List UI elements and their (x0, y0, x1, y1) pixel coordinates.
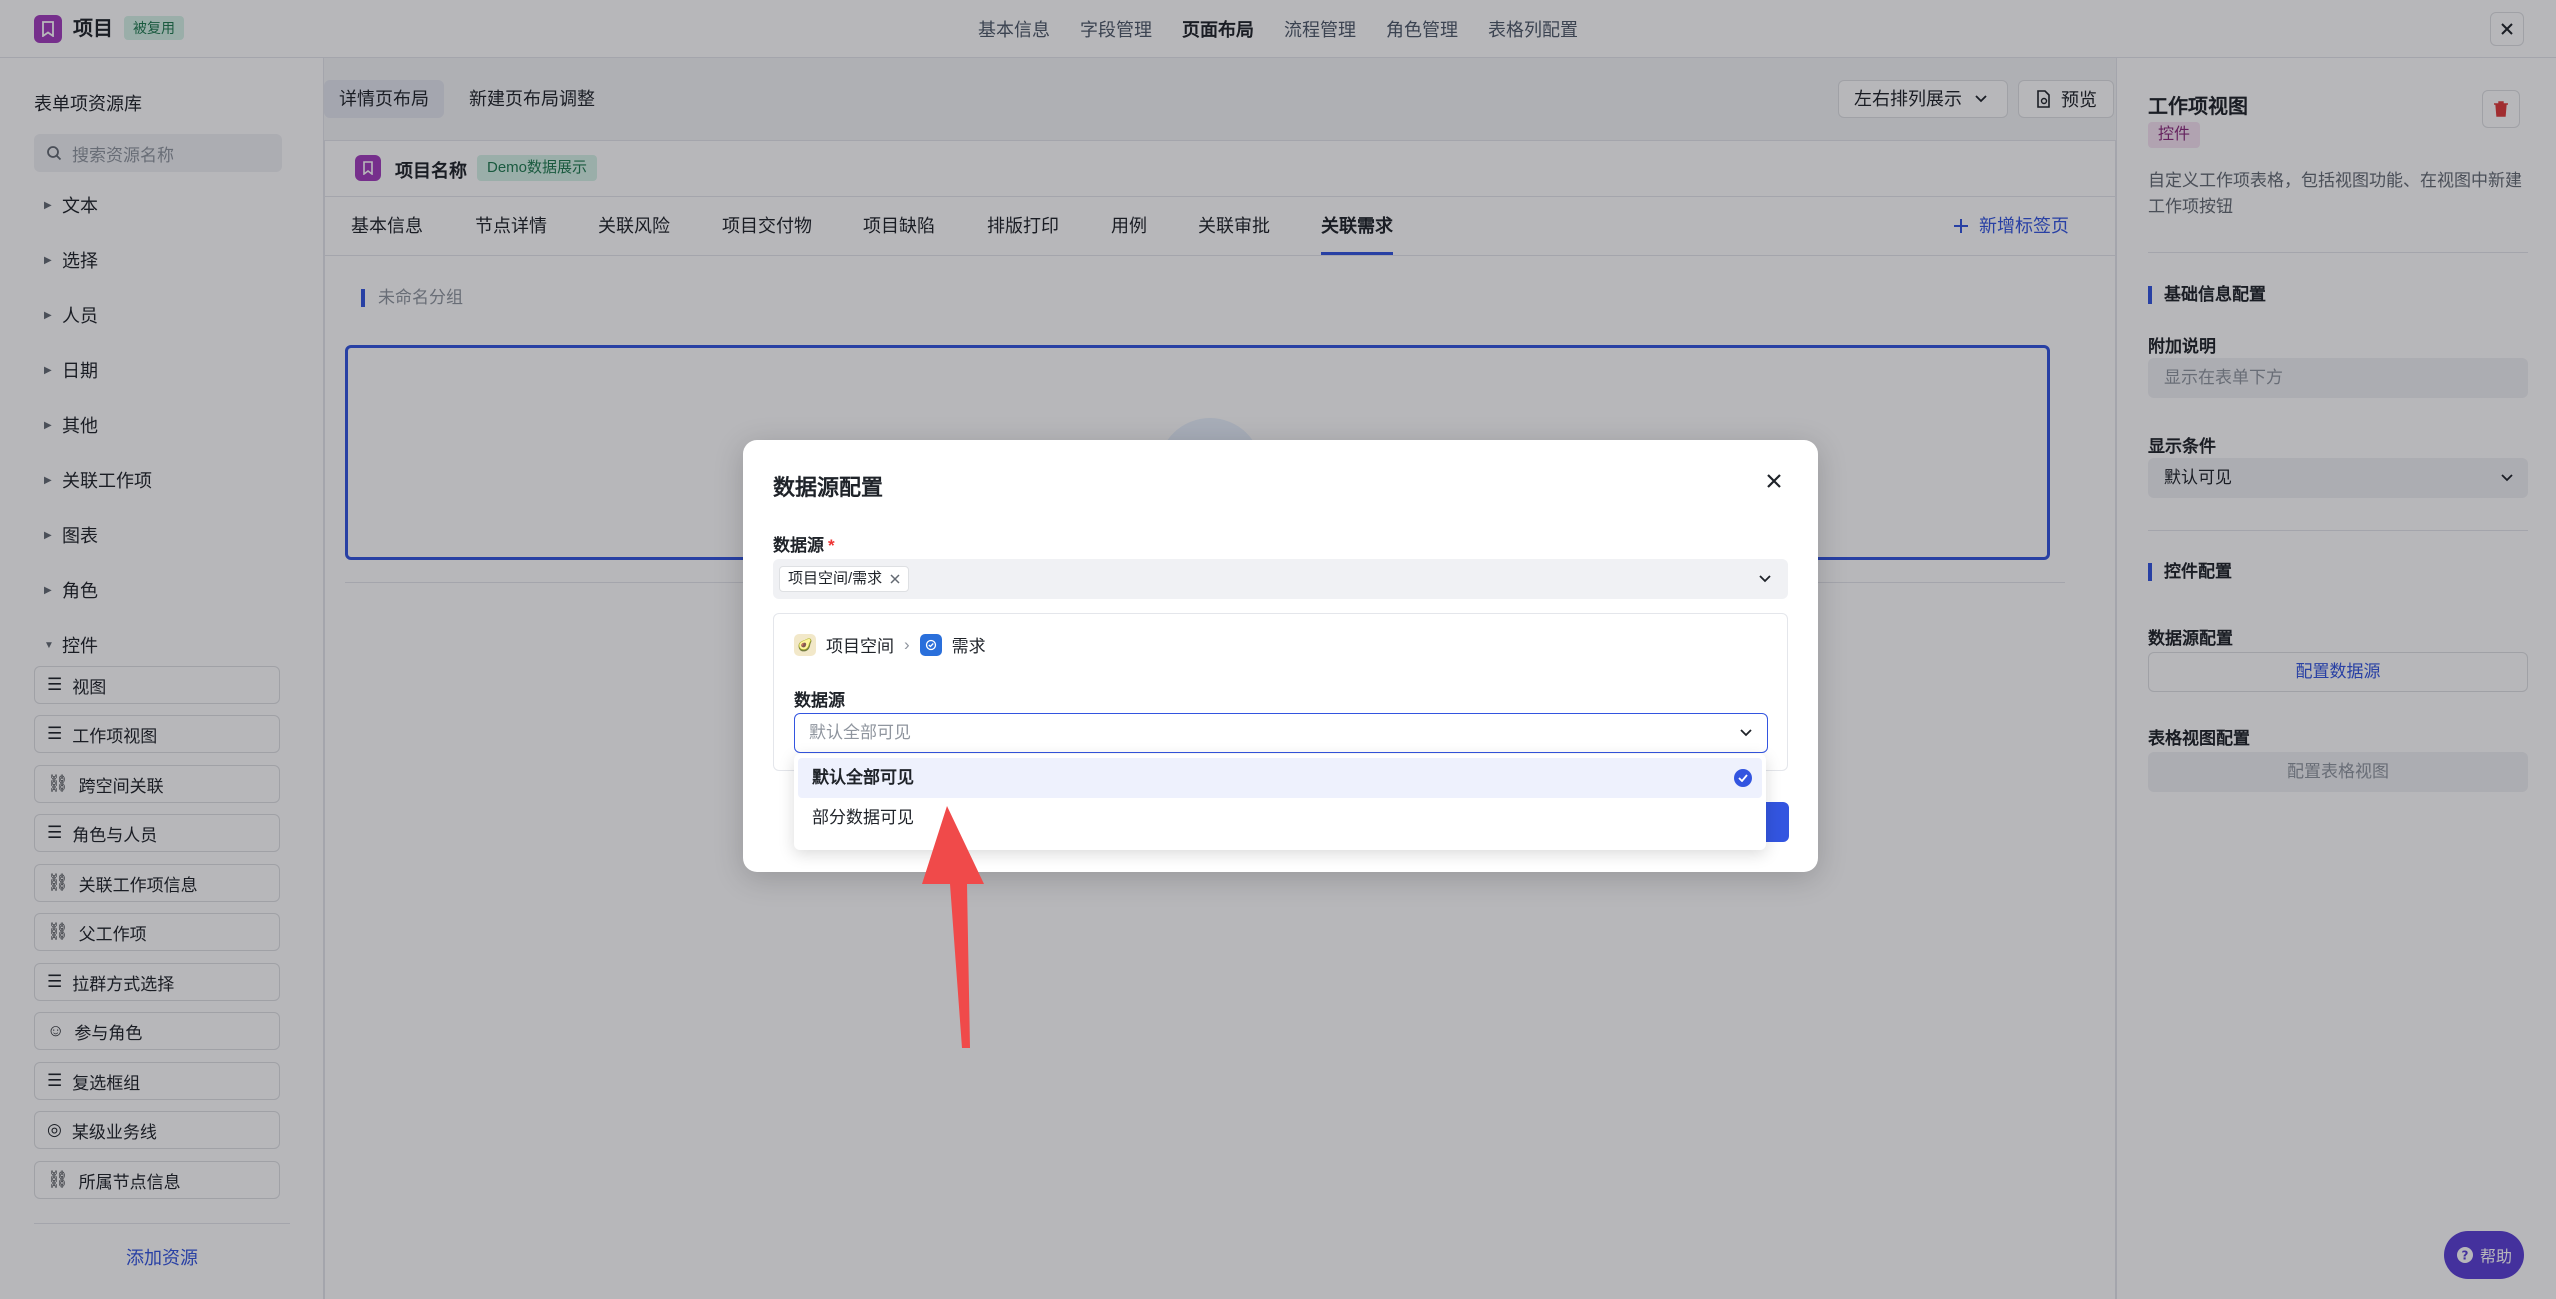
visibility-select-value: 默认全部可见 (809, 723, 911, 742)
dialog-title: 数据源配置 (773, 475, 884, 500)
chevron-down-icon (1758, 571, 1772, 589)
path-item-label: 需求 (951, 637, 986, 656)
chevron-right-icon: › (904, 634, 910, 654)
check-icon (1734, 769, 1752, 787)
option-label: 部分数据可见 (812, 808, 914, 827)
datasource-detail-box: 🥑 项目空间 › 需求 数据源 默认全部可见 (773, 613, 1788, 771)
datasource-select[interactable]: 项目空间/需求 (773, 559, 1788, 599)
close-icon (1767, 474, 1781, 488)
tag-remove-icon[interactable] (890, 574, 900, 584)
datasource-label-text: 数据源 (773, 536, 824, 555)
option-all-visible[interactable]: 默认全部可见 (798, 758, 1762, 798)
datasource-label: 数据源 * (773, 531, 835, 556)
option-label: 默认全部可见 (812, 768, 914, 787)
selected-tag-label: 项目空间/需求 (788, 570, 883, 587)
visibility-label: 数据源 (794, 691, 845, 710)
visibility-select[interactable]: 默认全部可见 (794, 713, 1768, 753)
required-mark: * (828, 536, 835, 555)
selected-datasource-tag: 项目空间/需求 (779, 566, 910, 592)
chevron-down-icon (1739, 714, 1753, 752)
datasource-path: 🥑 项目空间 › 需求 (794, 632, 986, 657)
path-space-label: 项目空间 (826, 637, 894, 656)
requirement-icon (919, 633, 942, 656)
dialog-close-button[interactable] (1763, 470, 1785, 492)
space-icon: 🥑 (794, 633, 816, 656)
annotation-arrow-icon (922, 806, 984, 1048)
